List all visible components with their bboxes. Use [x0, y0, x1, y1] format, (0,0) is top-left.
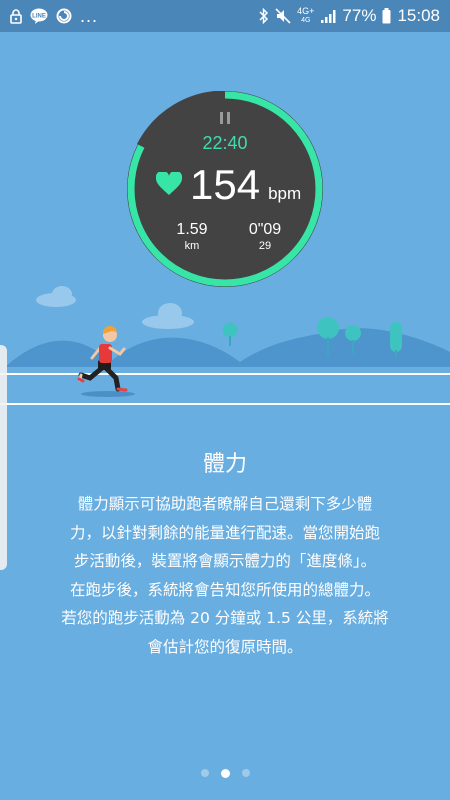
svg-text:LINE: LINE: [32, 14, 46, 20]
pause-icon[interactable]: [0, 110, 450, 129]
battery-icon: [382, 8, 391, 24]
status-bar: LINE ... 4G+ 4G 77% 15:08: [0, 0, 450, 32]
heart-icon: [155, 170, 183, 200]
battery-percent: 77%: [342, 6, 377, 25]
bluetooth-icon: [259, 8, 269, 24]
cloud-left: [36, 286, 76, 307]
lock-icon: [10, 8, 22, 24]
signal-icon: [320, 9, 336, 24]
page-dot-1[interactable]: [200, 769, 209, 777]
cloud-middle: [142, 303, 194, 329]
heart-rate-readout: 154 bpm: [190, 161, 301, 209]
page-dot-3[interactable]: [241, 769, 250, 777]
pace-value: 0"09: [248, 221, 282, 238]
distance-value: 1.59: [176, 221, 208, 238]
distance-stat: 1.59 km: [172, 221, 212, 252]
description-line: 力，以針對剩餘的能量進行配速。當您開始跑: [69, 523, 380, 542]
description-line: 會估計您的復原時間。: [147, 637, 303, 656]
elapsed-time: 22:40: [202, 133, 248, 153]
description-line: 體力顯示可協助跑者瞭解自己還剩下多少體: [77, 495, 373, 513]
description-text: 體力顯示可協助跑者瞭解自己還剩下多少體 力，以針對剩餘的能量進行配速。當您開始跑…: [30, 490, 420, 661]
circular-app-icon: [56, 8, 72, 24]
description-line: 若您的跑步活動為 20 分鐘或 1.5 公里，系統將: [61, 609, 389, 627]
description-line: 在跑步後，系統將會告知您所使用的總體力。: [69, 580, 380, 599]
description-line: 步活動後，裝置將會顯示體力的「進度條」。: [73, 552, 377, 570]
line-app-icon: LINE: [30, 8, 48, 24]
network-type-indicator: 4G+ 4G: [297, 6, 315, 25]
mute-icon: [275, 8, 291, 24]
heart-rate-value: 154: [190, 161, 261, 208]
page-dot-2[interactable]: [220, 769, 230, 778]
distance-unit: km: [184, 240, 200, 252]
runner-shadow: [81, 391, 135, 397]
heart-rate-unit: bpm: [268, 184, 302, 203]
page-indicator: [0, 769, 450, 778]
status-time: 15:08: [397, 6, 440, 25]
page-title: 體力: [202, 452, 247, 477]
pace-stat: 0"09 29: [242, 221, 288, 252]
more-notifications-indicator: ...: [80, 5, 99, 26]
pace-sub: 29: [258, 240, 272, 252]
